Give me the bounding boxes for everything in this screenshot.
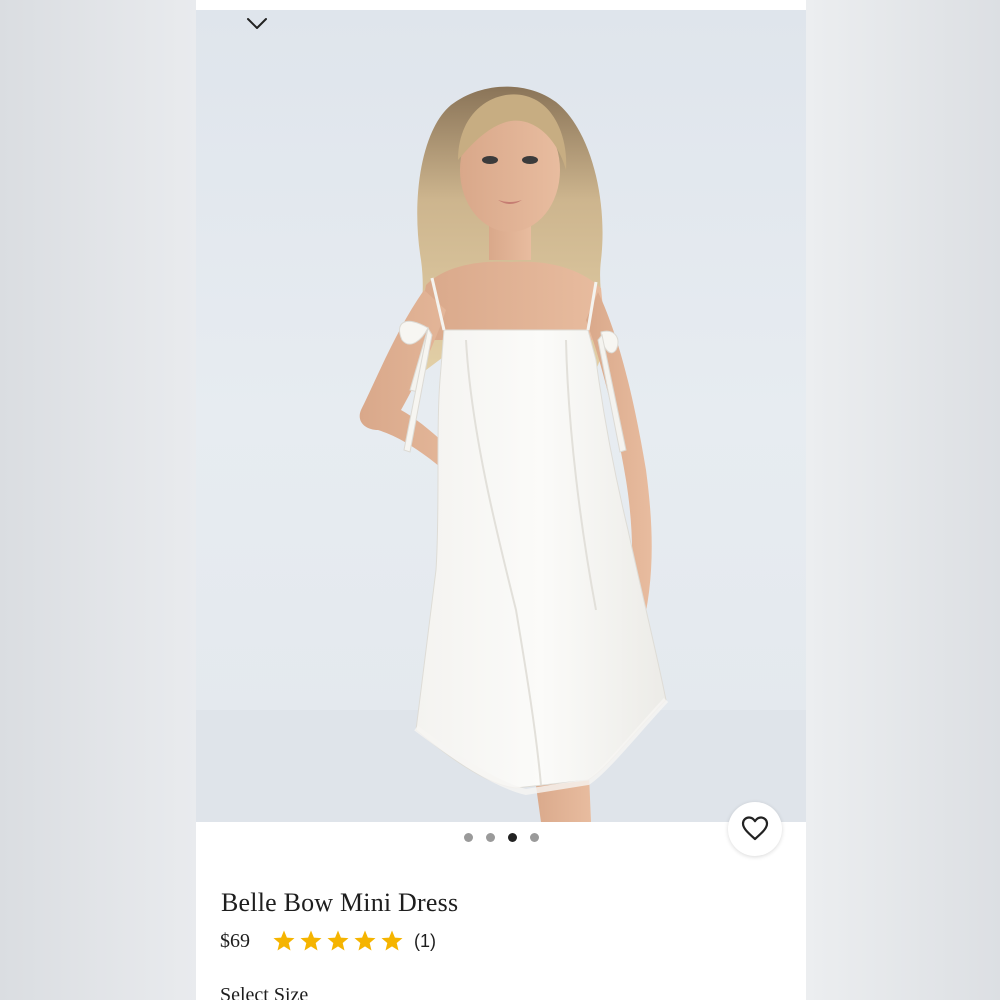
- chevron-down-icon[interactable]: [246, 16, 268, 32]
- product-title: Belle Bow Mini Dress: [221, 888, 459, 917]
- review-count-link[interactable]: (1): [414, 931, 436, 952]
- product-image[interactable]: [196, 10, 806, 822]
- heart-icon: [741, 815, 769, 844]
- price-rating-row: $69 (1): [220, 926, 436, 956]
- product-page: Belle Bow Mini Dress $69 (1) Select Size: [196, 0, 806, 1000]
- gallery-dot-active[interactable]: [507, 832, 517, 842]
- star-icon: [381, 930, 403, 951]
- top-bar: [196, 0, 806, 10]
- gallery-dot[interactable]: [463, 832, 473, 842]
- select-size-label: Select Size: [220, 984, 309, 1000]
- gallery-dot[interactable]: [529, 832, 539, 842]
- wishlist-button[interactable]: [728, 802, 782, 856]
- gallery-dot[interactable]: [485, 832, 495, 842]
- background-right: [806, 0, 1000, 1000]
- rating-stars[interactable]: [272, 929, 404, 953]
- star-icon: [327, 930, 349, 951]
- gallery-pagination: [196, 831, 806, 843]
- model-illustration: [196, 86, 806, 822]
- product-price: $69: [220, 929, 250, 952]
- star-icon: [300, 930, 322, 951]
- star-icon: [354, 930, 376, 951]
- star-icon: [273, 930, 295, 951]
- background-left: [0, 0, 196, 1000]
